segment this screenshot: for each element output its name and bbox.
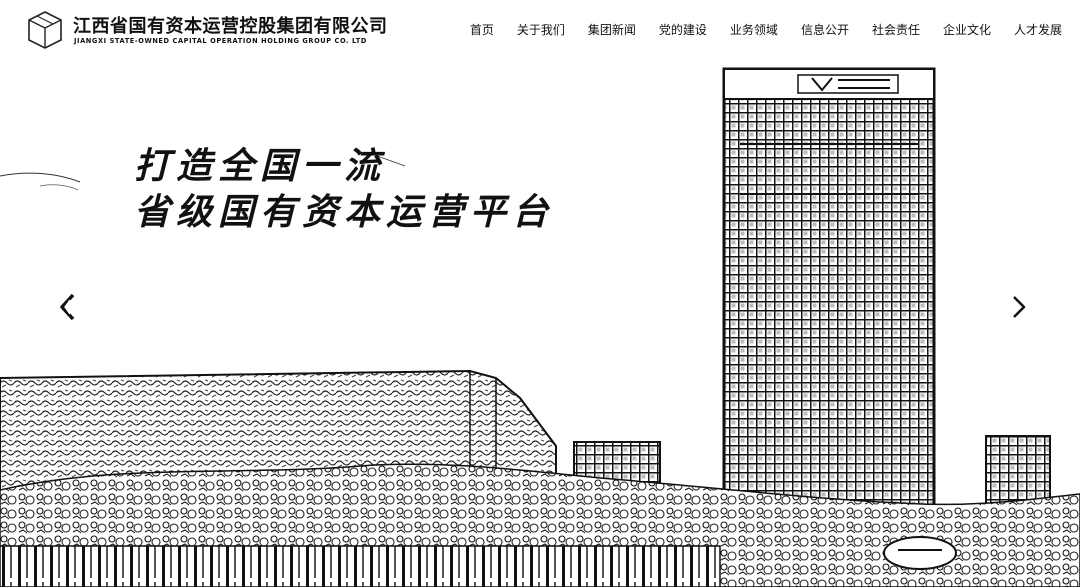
nav-item-about[interactable]: 关于我们 [517,21,565,38]
nav-item-home[interactable]: 首页 [470,21,494,38]
nav-item-disclosure[interactable]: 信息公开 [801,21,849,38]
nav-item-talent[interactable]: 人才发展 [1014,21,1062,38]
hero-slogan-line2: 省级国有资本运营平台 [134,192,555,233]
nav-item-business[interactable]: 业务领域 [730,21,778,38]
main-nav: 首页 关于我们 集团新闻 党的建设 业务领域 信息公开 社会责任 企业文化 人才… [470,21,1062,38]
nav-item-party-building[interactable]: 党的建设 [659,21,707,38]
company-name-cn[interactable]: 江西省国有资本运营控股集团有限公司 [73,12,388,38]
hero-banner: 打造全国一流 省级国有资本运营平台 [0,58,1080,587]
chevron-right-icon[interactable] [1007,292,1031,322]
nav-item-social-responsibility[interactable]: 社会责任 [872,21,920,38]
hero-slogan-line1: 打造全国一流 [134,146,387,187]
nav-item-news[interactable]: 集团新闻 [588,21,636,38]
chevron-left-icon[interactable] [56,292,80,322]
site-header: 江西省国有资本运营控股集团有限公司 JIANGXI STATE-OWNED CA… [0,0,1080,58]
company-name-en: JIANGXI STATE-OWNED CAPITAL OPERATION HO… [74,37,367,45]
nav-item-culture[interactable]: 企业文化 [943,21,991,38]
cube-logo-icon[interactable] [26,10,64,50]
